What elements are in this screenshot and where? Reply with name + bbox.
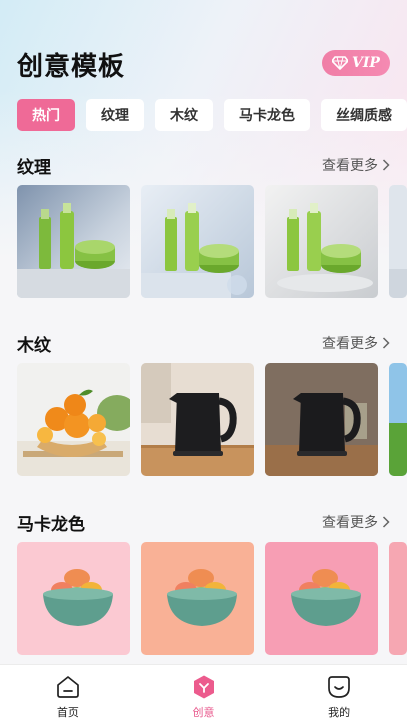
tabbar-profile[interactable]: 我的	[271, 665, 407, 724]
template-thumbnail[interactable]	[17, 542, 130, 655]
tab-label: 木纹	[170, 108, 198, 124]
template-thumbnail[interactable]	[17, 185, 130, 298]
skincare-set-image	[389, 185, 407, 298]
tabbar-home[interactable]: 首页	[0, 665, 136, 724]
tabbar-creative[interactable]: 创意	[136, 665, 272, 724]
tab-silk[interactable]: 丝绸质感	[321, 99, 407, 131]
template-thumbnail[interactable]	[265, 185, 378, 298]
template-thumbnail[interactable]	[141, 542, 254, 655]
view-more-label: 查看更多	[322, 336, 378, 352]
template-thumbnail[interactable]	[389, 185, 407, 298]
skincare-set-image	[17, 185, 130, 298]
tabbar-label: 首页	[56, 706, 79, 719]
home-icon	[56, 676, 79, 698]
macarons-image	[141, 542, 254, 655]
view-more-link[interactable]: 查看更多	[322, 333, 390, 353]
tab-label: 纹理	[101, 108, 129, 124]
skincare-set-image	[141, 185, 254, 298]
meadow-image	[389, 363, 407, 476]
section-title: 木纹	[17, 336, 51, 356]
kettle-image	[265, 363, 378, 476]
macarons-image	[389, 542, 407, 655]
chevron-right-icon	[382, 337, 390, 349]
chevron-right-icon	[382, 516, 390, 528]
tabbar-label: 创意	[192, 706, 215, 719]
template-thumbnail[interactable]	[141, 363, 254, 476]
template-thumbnail[interactable]	[389, 542, 407, 655]
view-more-link[interactable]: 查看更多	[322, 155, 390, 175]
vip-label: VIP	[352, 55, 380, 71]
template-thumbnails	[17, 185, 407, 299]
macarons-image	[17, 542, 130, 655]
tabbar-label: 我的	[328, 706, 351, 719]
template-thumbnail[interactable]	[265, 542, 378, 655]
smiley-profile-icon	[328, 676, 351, 698]
template-thumbnails	[17, 542, 407, 656]
bottom-tab-bar: 首页 创意 我的	[0, 664, 407, 724]
section-title: 马卡龙色	[17, 515, 85, 535]
oranges-image	[17, 363, 130, 476]
tab-hot[interactable]: 热门	[17, 99, 75, 131]
template-thumbnails	[17, 363, 407, 477]
kettle-image	[141, 363, 254, 476]
chevron-right-icon	[382, 159, 390, 171]
tab-label: 马卡龙色	[239, 108, 295, 124]
template-thumbnail[interactable]	[389, 363, 407, 476]
section-header: 纹理 查看更多	[17, 153, 390, 178]
vip-badge[interactable]: VIP	[322, 50, 390, 76]
creative-icon	[193, 675, 214, 699]
view-more-label: 查看更多	[322, 515, 378, 531]
tab-texture[interactable]: 纹理	[86, 99, 144, 131]
macarons-image	[265, 542, 378, 655]
header: 创意模板 VIP	[17, 44, 390, 84]
tab-wood-grain[interactable]: 木纹	[155, 99, 213, 131]
category-tabs: 热门 纹理 木纹 马卡龙色 丝绸质感	[17, 99, 407, 131]
page-title: 创意模板	[17, 52, 126, 82]
view-more-link[interactable]: 查看更多	[322, 512, 390, 532]
template-thumbnail[interactable]	[17, 363, 130, 476]
section-header: 木纹 查看更多	[17, 331, 390, 356]
tab-macaron[interactable]: 马卡龙色	[224, 99, 310, 131]
diamond-icon	[332, 56, 349, 70]
creative-templates-page: 创意模板 VIP 热门 纹理 木纹 马卡龙色 丝绸质感 纹理 查看更多 木纹 查…	[0, 0, 407, 664]
section-title: 纹理	[17, 158, 51, 178]
section-header: 马卡龙色 查看更多	[17, 510, 390, 535]
template-thumbnail[interactable]	[265, 363, 378, 476]
skincare-set-image	[265, 185, 378, 298]
tab-label: 热门	[32, 108, 60, 124]
view-more-label: 查看更多	[322, 158, 378, 174]
template-thumbnail[interactable]	[141, 185, 254, 298]
tab-label: 丝绸质感	[336, 108, 392, 124]
